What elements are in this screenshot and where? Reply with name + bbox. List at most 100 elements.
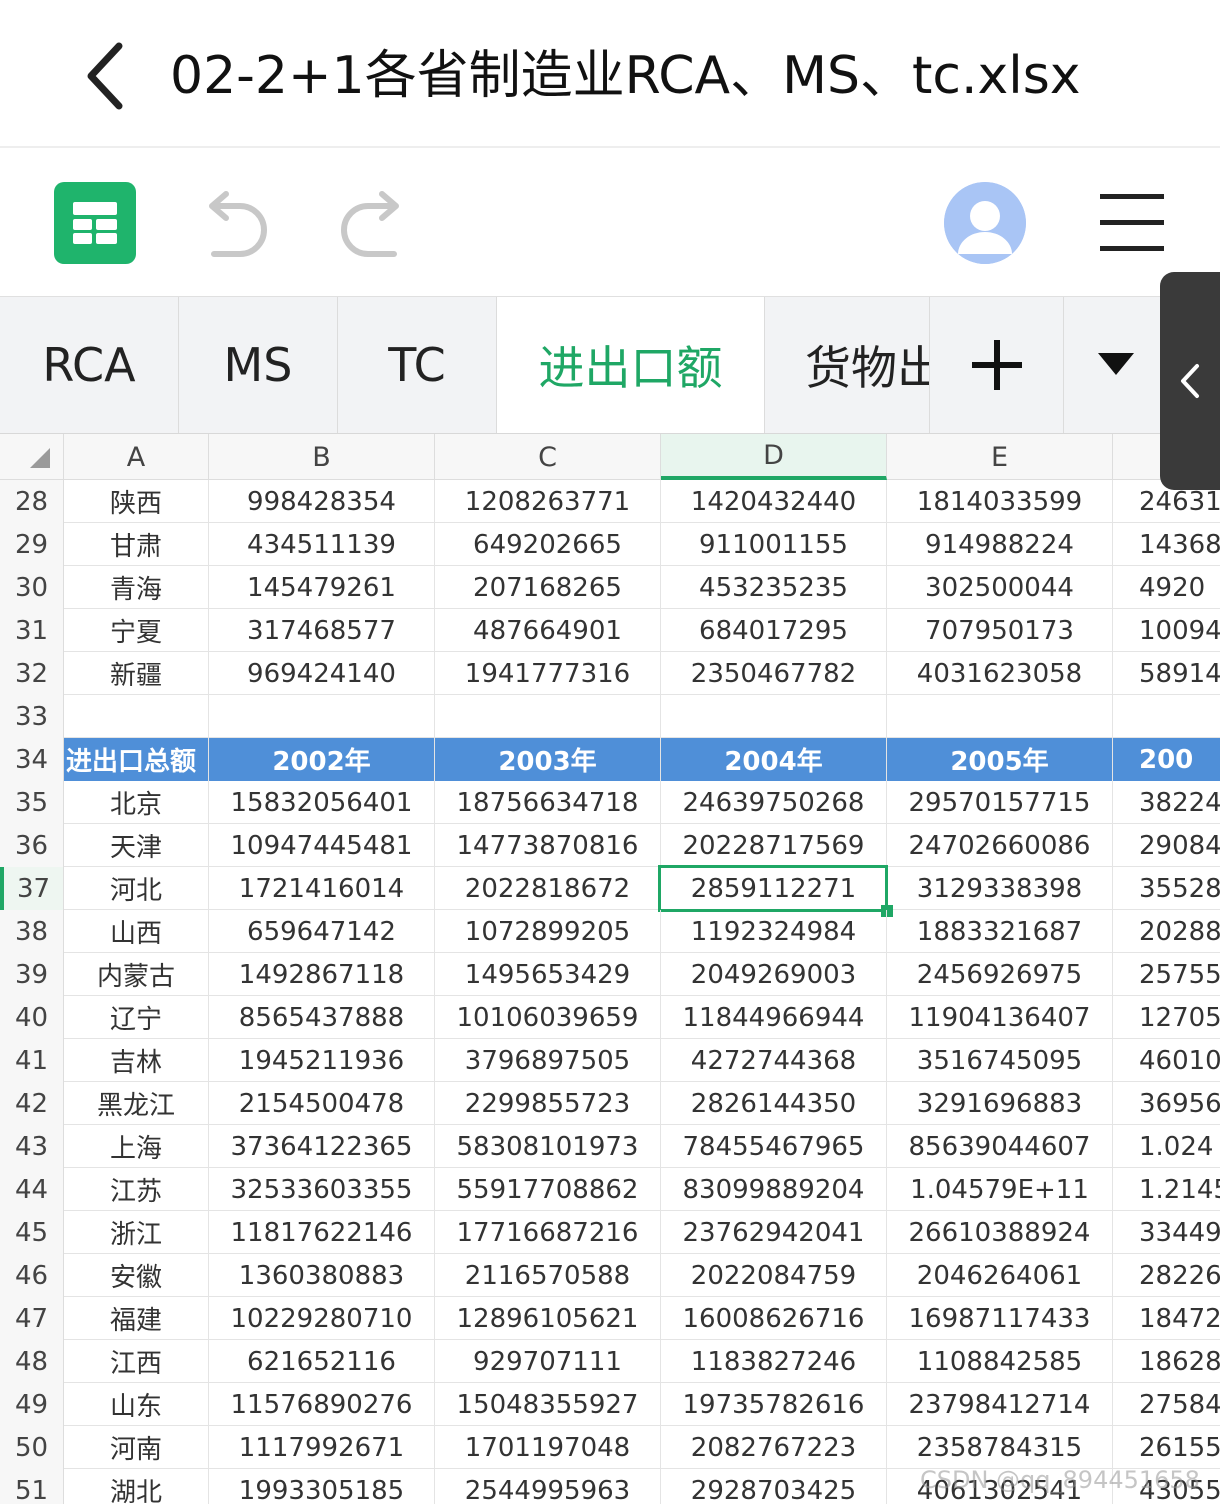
table-cell[interactable]: 11576890276 xyxy=(209,1383,435,1426)
row-number[interactable]: 31 xyxy=(0,609,64,652)
table-cell[interactable]: 998428354 xyxy=(209,480,435,523)
table-cell[interactable]: 453235235 xyxy=(661,566,887,609)
table-cell[interactable]: 707950173 xyxy=(887,609,1113,652)
table-cell[interactable]: 20228717569 xyxy=(661,824,887,867)
row-number[interactable]: 40 xyxy=(0,996,64,1039)
row-number[interactable]: 39 xyxy=(0,953,64,996)
table-cell[interactable]: 10106039659 xyxy=(435,996,661,1039)
table-cell[interactable]: 江西 xyxy=(64,1340,209,1383)
row-number[interactable]: 43 xyxy=(0,1125,64,1168)
table-cell[interactable]: 3796897505 xyxy=(435,1039,661,1082)
table-cell[interactable]: 3516745095 xyxy=(887,1039,1113,1082)
table-cell[interactable]: 684017295 xyxy=(661,609,887,652)
table-cell[interactable]: 陕西 xyxy=(64,480,209,523)
row-number[interactable]: 38 xyxy=(0,910,64,953)
row-number[interactable]: 49 xyxy=(0,1383,64,1426)
row-number[interactable]: 48 xyxy=(0,1340,64,1383)
row-number[interactable]: 28 xyxy=(0,480,64,523)
table-cell[interactable]: 新疆 xyxy=(64,652,209,695)
row-number[interactable]: 36 xyxy=(0,824,64,867)
redo-button[interactable] xyxy=(332,186,408,262)
table-cell[interactable]: 1.024 xyxy=(1113,1125,1220,1168)
table-cell[interactable] xyxy=(1113,695,1220,738)
column-header-a[interactable]: A xyxy=(64,434,209,480)
side-panel-toggle[interactable] xyxy=(1160,272,1220,490)
table-cell[interactable]: 吉林 xyxy=(64,1039,209,1082)
header-cell[interactable]: 2003年 xyxy=(435,738,661,781)
table-cell[interactable]: 安徽 xyxy=(64,1254,209,1297)
table-cell[interactable]: 山东 xyxy=(64,1383,209,1426)
table-cell[interactable]: 12705 xyxy=(1113,996,1220,1039)
table-cell[interactable]: 2456926975 xyxy=(887,953,1113,996)
table-cell[interactable]: 北京 xyxy=(64,781,209,824)
row-number[interactable]: 37 xyxy=(0,867,64,910)
table-cell[interactable]: 17716687216 xyxy=(435,1211,661,1254)
table-cell[interactable]: 29084 xyxy=(1113,824,1220,867)
table-cell[interactable]: 1701197048 xyxy=(435,1426,661,1469)
table-cell[interactable]: 35528 xyxy=(1113,867,1220,910)
table-cell[interactable]: 649202665 xyxy=(435,523,661,566)
table-cell[interactable]: 2022818672 xyxy=(435,867,661,910)
table-cell[interactable]: 1420432440 xyxy=(661,480,887,523)
table-cell[interactable] xyxy=(435,695,661,738)
table-cell[interactable]: 1117992671 xyxy=(209,1426,435,1469)
table-cell[interactable]: 8565437888 xyxy=(209,996,435,1039)
row-number[interactable]: 44 xyxy=(0,1168,64,1211)
table-cell[interactable]: 青海 xyxy=(64,566,209,609)
table-cell[interactable]: 上海 xyxy=(64,1125,209,1168)
table-cell[interactable]: 1108842585 xyxy=(887,1340,1113,1383)
table-cell[interactable]: 江苏 xyxy=(64,1168,209,1211)
row-number[interactable]: 41 xyxy=(0,1039,64,1082)
back-button[interactable] xyxy=(70,36,140,116)
header-cell[interactable]: 2002年 xyxy=(209,738,435,781)
table-cell[interactable]: 434511139 xyxy=(209,523,435,566)
table-cell[interactable]: 26610388924 xyxy=(887,1211,1113,1254)
table-cell[interactable]: 1183827246 xyxy=(661,1340,887,1383)
tab-goods[interactable]: 货物出 xyxy=(765,297,930,433)
table-cell[interactable]: 46010 xyxy=(1113,1039,1220,1082)
table-cell[interactable]: 11904136407 xyxy=(887,996,1113,1039)
table-cell[interactable]: 23762942041 xyxy=(661,1211,887,1254)
column-header-d[interactable]: D xyxy=(661,434,887,480)
tab-ms[interactable]: MS xyxy=(179,297,338,433)
table-cell[interactable]: 1192324984 xyxy=(661,910,887,953)
table-cell[interactable]: 3129338398 xyxy=(887,867,1113,910)
table-cell[interactable]: 14773870816 xyxy=(435,824,661,867)
table-cell[interactable]: 河南 xyxy=(64,1426,209,1469)
table-cell[interactable]: 58308101973 xyxy=(435,1125,661,1168)
row-number[interactable]: 47 xyxy=(0,1297,64,1340)
row-number[interactable]: 32 xyxy=(0,652,64,695)
table-cell[interactable]: 2116570588 xyxy=(435,1254,661,1297)
table-cell[interactable]: 83099889204 xyxy=(661,1168,887,1211)
table-cell[interactable]: 26155 xyxy=(1113,1426,1220,1469)
table-cell[interactable]: 2046264061 xyxy=(887,1254,1113,1297)
table-cell[interactable]: 85639044607 xyxy=(887,1125,1113,1168)
row-number[interactable]: 33 xyxy=(0,695,64,738)
column-header-b[interactable]: B xyxy=(209,434,435,480)
table-cell[interactable]: 11844966944 xyxy=(661,996,887,1039)
table-cell[interactable]: 4031623058 xyxy=(887,652,1113,695)
table-cell[interactable] xyxy=(887,695,1113,738)
table-cell[interactable]: 10229280710 xyxy=(209,1297,435,1340)
table-cell[interactable] xyxy=(661,695,887,738)
table-cell[interactable]: 1993305185 xyxy=(209,1469,435,1504)
table-cell[interactable]: 20288 xyxy=(1113,910,1220,953)
table-cell[interactable]: 207168265 xyxy=(435,566,661,609)
table-cell[interactable]: 145479261 xyxy=(209,566,435,609)
row-number[interactable]: 51 xyxy=(0,1469,64,1504)
table-cell[interactable] xyxy=(64,695,209,738)
table-cell[interactable]: 302500044 xyxy=(887,566,1113,609)
table-cell[interactable]: 辽宁 xyxy=(64,996,209,1039)
row-number[interactable]: 30 xyxy=(0,566,64,609)
table-cell[interactable]: 18756634718 xyxy=(435,781,661,824)
table-cell[interactable]: 2859112271 xyxy=(661,867,887,910)
table-cell[interactable]: 1495653429 xyxy=(435,953,661,996)
table-cell[interactable]: 2826144350 xyxy=(661,1082,887,1125)
select-all-corner[interactable] xyxy=(0,434,64,480)
table-cell[interactable]: 浙江 xyxy=(64,1211,209,1254)
table-cell[interactable]: 1721416014 xyxy=(209,867,435,910)
table-cell[interactable]: 宁夏 xyxy=(64,609,209,652)
table-cell[interactable]: 2022084759 xyxy=(661,1254,887,1297)
row-number[interactable]: 34 xyxy=(0,738,64,781)
table-cell[interactable]: 19735782616 xyxy=(661,1383,887,1426)
